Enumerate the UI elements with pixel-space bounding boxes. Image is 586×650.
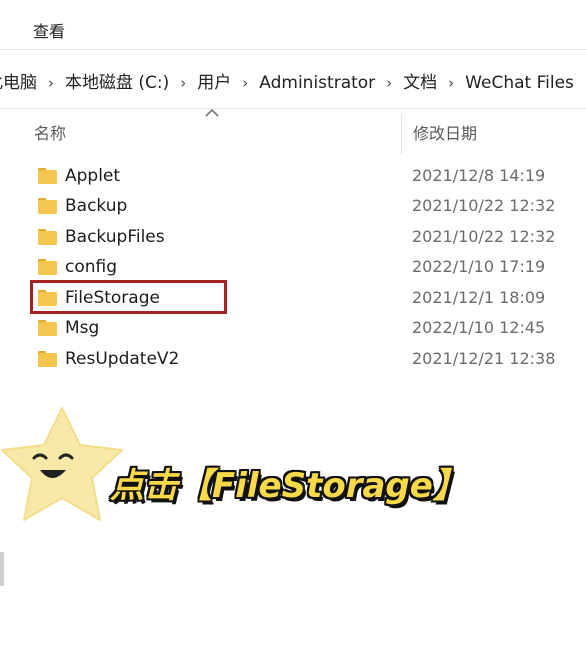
file-row-filestorage[interactable]: FileStorage 2021/12/1 18:09 bbox=[0, 280, 586, 314]
sort-up-icon bbox=[205, 108, 219, 117]
file-date: 2021/10/22 12:32 bbox=[412, 196, 556, 215]
caption-text: 点击【FileStorage】 bbox=[110, 466, 467, 506]
file-name: Applet bbox=[65, 166, 121, 186]
chevron-right-icon[interactable]: › bbox=[242, 74, 248, 92]
folder-icon bbox=[38, 320, 57, 336]
breadcrumb-local-disk[interactable]: 本地磁盘 (C:) bbox=[65, 68, 169, 93]
folder-icon bbox=[38, 229, 57, 245]
file-name: Backup bbox=[65, 196, 128, 216]
column-header-date-modified[interactable]: 修改日期 bbox=[413, 120, 477, 144]
breadcrumb-users[interactable]: 用户 bbox=[197, 68, 231, 93]
breadcrumb-wechat-files[interactable]: WeChat Files bbox=[465, 73, 574, 93]
file-name: FileStorage bbox=[65, 288, 160, 308]
file-name: config bbox=[65, 257, 118, 277]
file-row-msg[interactable]: Msg 2022/1/10 12:45 bbox=[0, 314, 586, 344]
file-name: Msg bbox=[65, 318, 100, 338]
file-date: 2021/10/22 12:32 bbox=[412, 227, 556, 246]
column-divider[interactable] bbox=[401, 114, 402, 154]
file-name: BackupFiles bbox=[65, 227, 165, 247]
file-date: 2022/1/10 17:19 bbox=[412, 257, 546, 276]
breadcrumb-documents[interactable]: 文档 bbox=[403, 68, 437, 93]
chevron-right-icon[interactable]: › bbox=[448, 74, 454, 92]
file-date: 2021/12/8 14:19 bbox=[412, 166, 546, 185]
breadcrumb-this-pc[interactable]: 此电脑 bbox=[0, 68, 37, 93]
chevron-right-icon[interactable]: › bbox=[386, 74, 392, 92]
chevron-right-icon[interactable]: › bbox=[180, 74, 186, 92]
file-row-backup[interactable]: Backup 2021/10/22 12:32 bbox=[0, 192, 586, 222]
folder-icon bbox=[38, 259, 57, 275]
file-row-config[interactable]: config 2022/1/10 17:19 bbox=[0, 253, 586, 283]
folder-icon bbox=[38, 290, 57, 306]
breadcrumb: 此电脑 › 本地磁盘 (C:) › 用户 › Administrator › 文档 › WeChat… bbox=[0, 68, 574, 93]
file-date: 2022/1/10 12:45 bbox=[412, 318, 546, 337]
file-date: 2021/12/21 12:38 bbox=[412, 349, 556, 368]
file-row-applet[interactable]: Applet 2021/12/8 14:19 bbox=[0, 162, 586, 192]
address-bar[interactable]: 此电脑 › 本地磁盘 (C:) › 用户 › Administrator › 文档 › WeChat… bbox=[0, 50, 586, 109]
file-row-resupdatev2[interactable]: ResUpdateV2 2021/12/21 12:38 bbox=[0, 345, 586, 375]
scroll-edge bbox=[0, 552, 4, 586]
file-row-backupfiles[interactable]: BackupFiles 2021/10/22 12:32 bbox=[0, 223, 586, 253]
file-name: ResUpdateV2 bbox=[65, 349, 180, 369]
ribbon: 查看 bbox=[0, 0, 586, 50]
column-header-name[interactable]: 名称 bbox=[34, 120, 66, 144]
folder-icon bbox=[38, 198, 57, 214]
tab-view[interactable]: 查看 bbox=[33, 18, 65, 42]
folder-icon bbox=[38, 168, 57, 184]
folder-icon bbox=[38, 351, 57, 367]
file-date: 2021/12/1 18:09 bbox=[412, 288, 546, 307]
chevron-right-icon[interactable]: › bbox=[48, 74, 54, 92]
breadcrumb-administrator[interactable]: Administrator bbox=[259, 73, 375, 93]
